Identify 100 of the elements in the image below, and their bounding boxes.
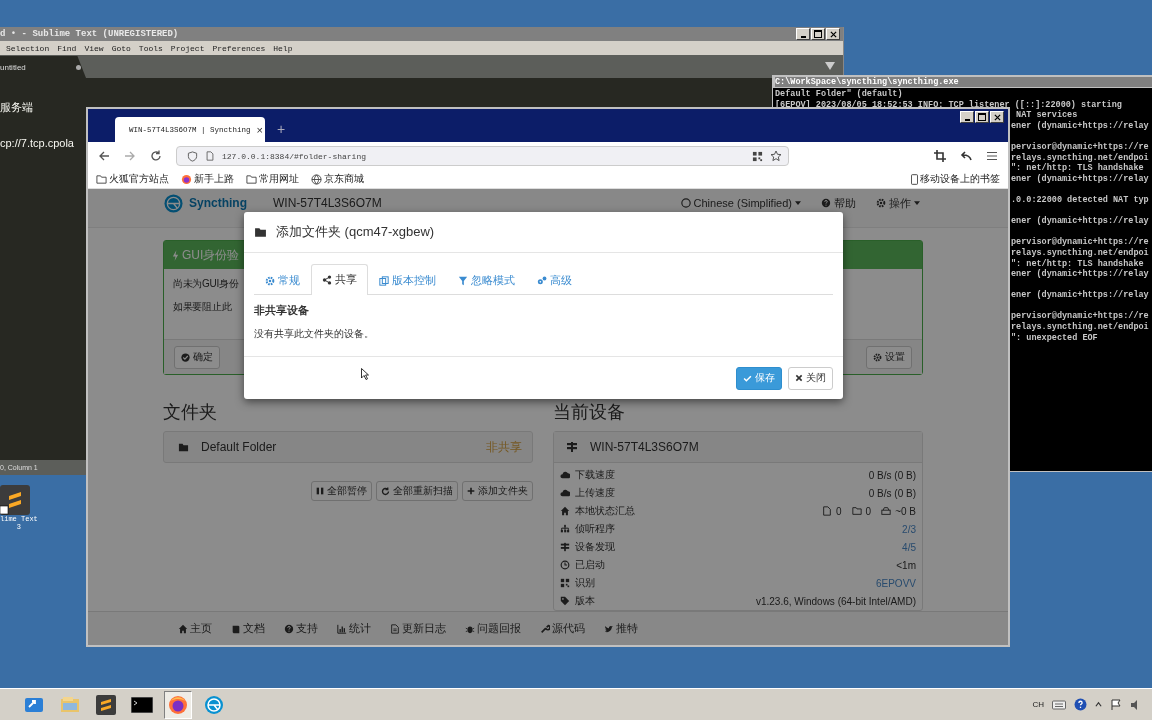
console-line: ": net/http: TLS handshake xyxy=(1011,163,1144,174)
save-button[interactable]: 保存 xyxy=(736,366,782,390)
maximize-button[interactable] xyxy=(975,111,989,123)
row-value: ~0 B xyxy=(895,505,916,517)
close-button[interactable] xyxy=(990,111,1004,123)
help-icon[interactable] xyxy=(1074,698,1087,711)
language-dropdown[interactable]: Chinese (Simplified) xyxy=(680,197,801,209)
settings-button[interactable]: 设置 xyxy=(866,345,912,369)
console-line: ener (dynamic+https://relay xyxy=(1011,216,1149,227)
menu-item[interactable]: Preferences xyxy=(212,43,266,53)
footer-link[interactable]: 主页 xyxy=(178,621,212,636)
dialog-tab[interactable]: 版本控制 xyxy=(368,265,447,295)
console-line: ": net/http: TLS handshake xyxy=(1011,258,1144,269)
menu-icon[interactable] xyxy=(986,150,998,162)
keyboard-icon[interactable] xyxy=(1052,699,1066,710)
row-label: 设备发现 xyxy=(575,540,615,554)
pause-icon xyxy=(316,487,324,495)
dialog-tab[interactable]: 共享 xyxy=(311,264,368,295)
footer-link[interactable]: 问题回报 xyxy=(465,621,521,636)
actions-dropdown[interactable]: 操作 xyxy=(876,195,920,211)
close-dialog-button[interactable]: 关闭 xyxy=(788,366,833,390)
caret-icon[interactable] xyxy=(825,62,835,70)
editor-tab[interactable]: untitled xyxy=(0,56,86,78)
back-icon[interactable] xyxy=(98,150,110,162)
chevron-icon[interactable] xyxy=(1095,701,1102,708)
dialog-tab[interactable]: 高级 xyxy=(526,265,583,295)
minimize-button[interactable] xyxy=(960,111,974,123)
qr-code-icon xyxy=(560,578,570,588)
close-icon xyxy=(993,113,1001,121)
device-title: WIN-57T4L3S6O7M xyxy=(590,440,699,454)
console-line: ener (dynamic+https://relay xyxy=(1011,173,1149,184)
close-icon xyxy=(829,30,837,38)
globe-icon xyxy=(680,198,691,208)
address-bar[interactable]: 127.0.0.1:8384/#folder-sharing xyxy=(176,146,789,166)
alert-title: GUI身份验 xyxy=(182,246,240,264)
browser-logo-icon xyxy=(181,173,192,185)
bookmark-folder[interactable]: 移动设备上的书签 xyxy=(911,172,1000,186)
editor-logo-icon xyxy=(96,694,116,715)
row-value: v1.23.6, Windows (64-bit Intel/AMD) xyxy=(755,595,916,607)
footer-link[interactable]: 文档 xyxy=(231,621,265,636)
minimize-button[interactable] xyxy=(796,28,810,40)
reload-icon[interactable] xyxy=(150,150,162,162)
row-label: 识别 xyxy=(575,576,595,590)
phone-icon xyxy=(911,173,918,185)
language-indicator[interactable]: CH xyxy=(1032,700,1044,709)
bookmark-link[interactable]: 新手上路 xyxy=(181,172,234,186)
folder-action-button[interactable]: 添加文件夹 xyxy=(462,481,533,501)
row-value[interactable]: 4/5 xyxy=(902,541,916,553)
section-heading: 文件夹 xyxy=(163,401,218,423)
menu-item[interactable]: Selection xyxy=(6,43,50,53)
row-label: 上传速度 xyxy=(575,486,615,500)
console-line: ": unexpected EOF xyxy=(1011,332,1098,343)
lightning-icon xyxy=(172,249,179,261)
flag-icon[interactable] xyxy=(1110,698,1122,711)
brand-name[interactable]: Syncthing xyxy=(189,196,247,210)
dialog-tab[interactable]: 常规 xyxy=(254,265,311,295)
menu-item[interactable]: Goto xyxy=(111,43,131,53)
copy-icon xyxy=(379,275,389,286)
ok-button[interactable]: 确定 xyxy=(174,345,220,369)
code-line: 服务端 xyxy=(0,100,33,115)
file-icon xyxy=(822,506,832,516)
menu-item[interactable]: Help xyxy=(273,43,293,53)
row-value[interactable]: 6EPOVV xyxy=(875,577,916,589)
folder-action-button[interactable]: 全部暂停 xyxy=(311,481,372,501)
gear-icon xyxy=(876,198,886,208)
footer-link[interactable]: 统计 xyxy=(337,621,371,636)
footer-link[interactable]: 源代码 xyxy=(540,621,585,636)
help-link[interactable]: 帮助 xyxy=(821,195,856,211)
menu-item[interactable]: Project xyxy=(170,43,205,53)
row-value[interactable]: 2/3 xyxy=(902,523,916,535)
folder-row[interactable]: Default Folder 非共享 xyxy=(163,431,533,463)
close-button[interactable] xyxy=(826,28,840,40)
bookmark-link[interactable]: 京东商城 xyxy=(311,172,364,186)
bookmark-link[interactable]: 常用网址 xyxy=(246,172,299,186)
document-icon xyxy=(390,623,400,634)
help-icon xyxy=(821,198,831,208)
folder-action-button[interactable]: 全部重新扫描 xyxy=(376,481,458,501)
menu-item[interactable]: View xyxy=(84,43,104,53)
bookmark-link[interactable]: 火狐官方站点 xyxy=(96,172,169,186)
alert-text: 如果要阻止此 xyxy=(173,300,232,314)
menu-item[interactable]: Find xyxy=(57,43,77,53)
maximize-button[interactable] xyxy=(811,28,825,40)
taskbar-button[interactable] xyxy=(164,690,192,719)
section-heading: 当前设备 xyxy=(553,401,626,423)
qr-code-icon[interactable] xyxy=(752,150,763,162)
menu-item[interactable]: Tools xyxy=(138,43,163,53)
signpost-icon xyxy=(566,441,578,453)
syncthing-logo-icon xyxy=(164,193,183,213)
undo-icon[interactable] xyxy=(960,150,972,162)
console-line: pervisor@dynamic+https://re xyxy=(1011,237,1149,248)
new-tab-button[interactable]: + xyxy=(277,121,286,137)
plus-icon xyxy=(467,487,475,495)
dialog-tab[interactable]: 忽略模式 xyxy=(447,265,526,295)
footer-link[interactable]: 支持 xyxy=(284,621,318,636)
footer-link[interactable]: 更新日志 xyxy=(390,621,446,636)
close-tab-button[interactable]: × xyxy=(256,123,263,136)
footer-link[interactable]: 推特 xyxy=(604,621,638,636)
browser-logo-icon xyxy=(168,694,188,715)
star-icon[interactable] xyxy=(770,150,782,162)
crop-icon[interactable] xyxy=(934,150,946,162)
